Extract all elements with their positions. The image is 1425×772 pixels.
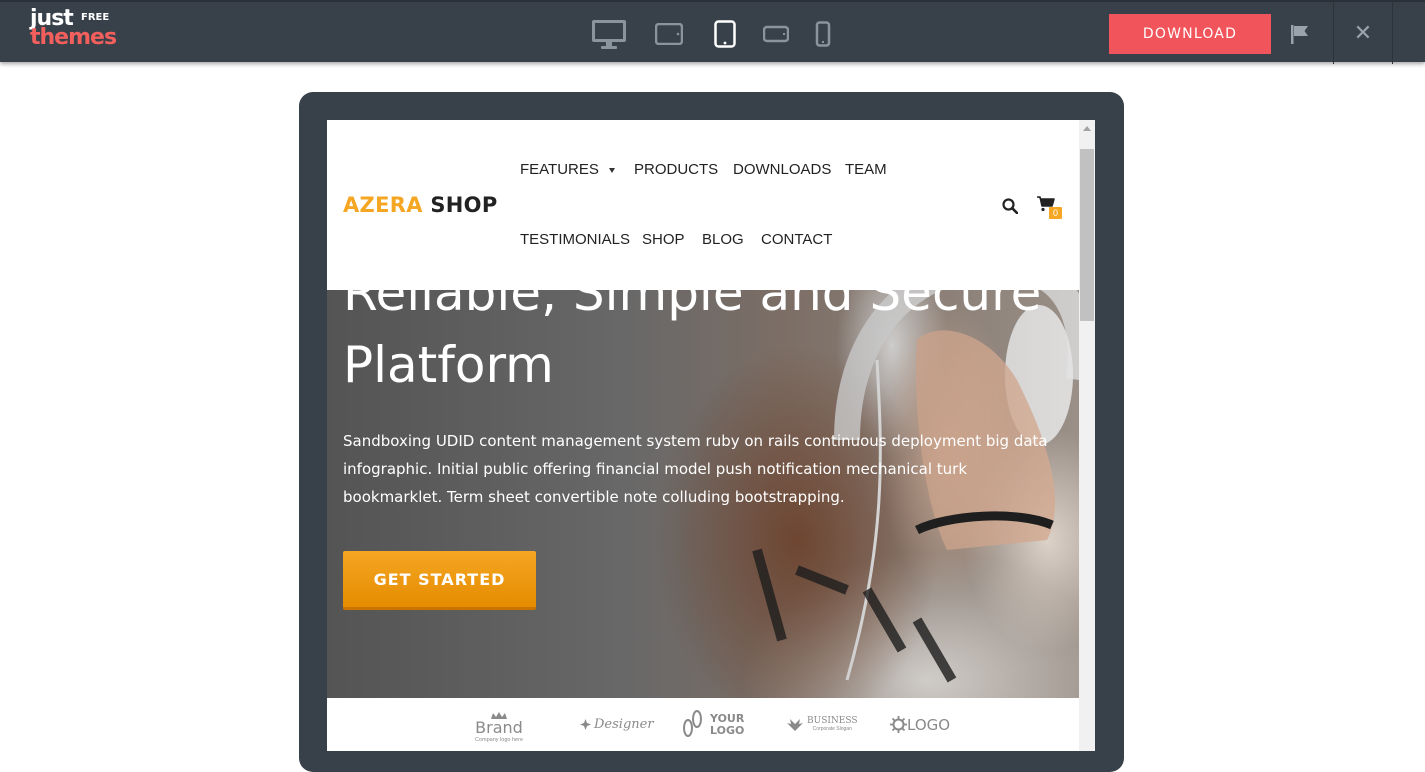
logo-free: FREE xyxy=(81,12,110,23)
scroll-up-arrow-icon[interactable] xyxy=(1079,120,1095,136)
brand-logo-1: Brand Company logo here xyxy=(475,698,523,751)
brand-logos-strip: Brand Company logo here Designer YOUR LO… xyxy=(327,698,1079,751)
brand-logo-3-main: YOUR xyxy=(710,711,745,725)
preview-scrollbar[interactable] xyxy=(1079,120,1095,751)
nav-item-testimonials[interactable]: TESTIMONIALS xyxy=(520,231,630,248)
brand-logo-2-main: Designer xyxy=(594,717,654,732)
report-flag-button[interactable] xyxy=(1285,16,1315,52)
brand-logo-4-main: BUSINESS xyxy=(807,716,858,726)
brand-logo-5: LOGO xyxy=(890,698,950,751)
brand-logo-2: Designer xyxy=(579,698,654,751)
caret-down-icon xyxy=(608,167,615,173)
search-icon[interactable] xyxy=(1002,198,1018,214)
close-icon: ✕ xyxy=(1353,20,1373,46)
nav-item-contact[interactable]: CONTACT xyxy=(761,231,832,248)
close-preview-button[interactable]: ✕ xyxy=(1333,2,1393,64)
phone-landscape-icon xyxy=(763,25,789,43)
download-button[interactable]: DOWNLOAD xyxy=(1109,14,1271,54)
brand-logo-1-main: Brand xyxy=(475,718,523,737)
nav-label: FEATURES xyxy=(520,161,599,178)
phone-portrait-view-button[interactable] xyxy=(814,16,832,52)
brand-logo-3-text: YOUR LOGO xyxy=(710,711,745,737)
brand-logo-4-sub: Corporate Slogan xyxy=(812,726,852,732)
tablet-landscape-icon xyxy=(655,23,683,45)
phone-portrait-icon xyxy=(815,21,831,47)
logo-themes: themes xyxy=(30,25,117,50)
phone-landscape-view-button[interactable] xyxy=(762,16,790,52)
hero-description: Sandboxing UDID content management syste… xyxy=(343,432,1048,506)
cart-count-badge: 0 xyxy=(1049,207,1062,219)
desktop-icon xyxy=(592,20,626,49)
desktop-view-button[interactable] xyxy=(590,16,628,52)
tablet-portrait-icon xyxy=(714,20,736,48)
brand-logo-3-sub: LOGO xyxy=(710,723,745,737)
brand-logo-1-sub: Company logo here xyxy=(475,737,524,743)
site-header: AZERA SHOP FEATURES PRODUCTS DOWNLOADS T… xyxy=(327,120,1079,290)
leaf-icon xyxy=(580,719,591,730)
get-started-button[interactable]: GET STARTED xyxy=(343,551,536,610)
palm-leaf-icon xyxy=(787,718,803,731)
brand-logo-5-main: LOGO xyxy=(907,715,951,734)
footprint-icon xyxy=(683,709,702,737)
brand-primary: AZERA xyxy=(343,193,423,217)
brand-logo-3: YOUR LOGO xyxy=(682,698,744,751)
tablet-portrait-view-button[interactable] xyxy=(712,16,738,52)
brand-logo-4: BUSINESS Corporate Slogan xyxy=(785,698,858,751)
preview-screen: Reliable, Simple and Secure Platform San… xyxy=(327,120,1095,751)
nav-item-features[interactable]: FEATURES xyxy=(520,161,615,178)
hero-title-line2: Platform xyxy=(343,336,554,394)
nav-item-shop[interactable]: SHOP xyxy=(642,231,685,248)
site-logo[interactable]: AZERA SHOP xyxy=(343,193,498,217)
nav-item-team[interactable]: TEAM xyxy=(845,161,887,178)
scroll-thumb[interactable] xyxy=(1080,149,1094,321)
brand-secondary: SHOP xyxy=(430,193,498,217)
justfreethemes-logo[interactable]: just FREE themes xyxy=(30,8,117,50)
flag-icon xyxy=(1291,25,1308,44)
nav-item-blog[interactable]: BLOG xyxy=(702,231,744,248)
nav-item-products[interactable]: PRODUCTS xyxy=(634,161,718,178)
gear-icon xyxy=(890,716,907,733)
tablet-landscape-view-button[interactable] xyxy=(654,16,684,52)
brand-logo-4-text: BUSINESS Corporate Slogan xyxy=(807,716,858,733)
nav-item-downloads[interactable]: DOWNLOADS xyxy=(733,161,831,178)
preview-toolbar: just FREE themes DOWNLOAD ✕ xyxy=(0,0,1425,64)
